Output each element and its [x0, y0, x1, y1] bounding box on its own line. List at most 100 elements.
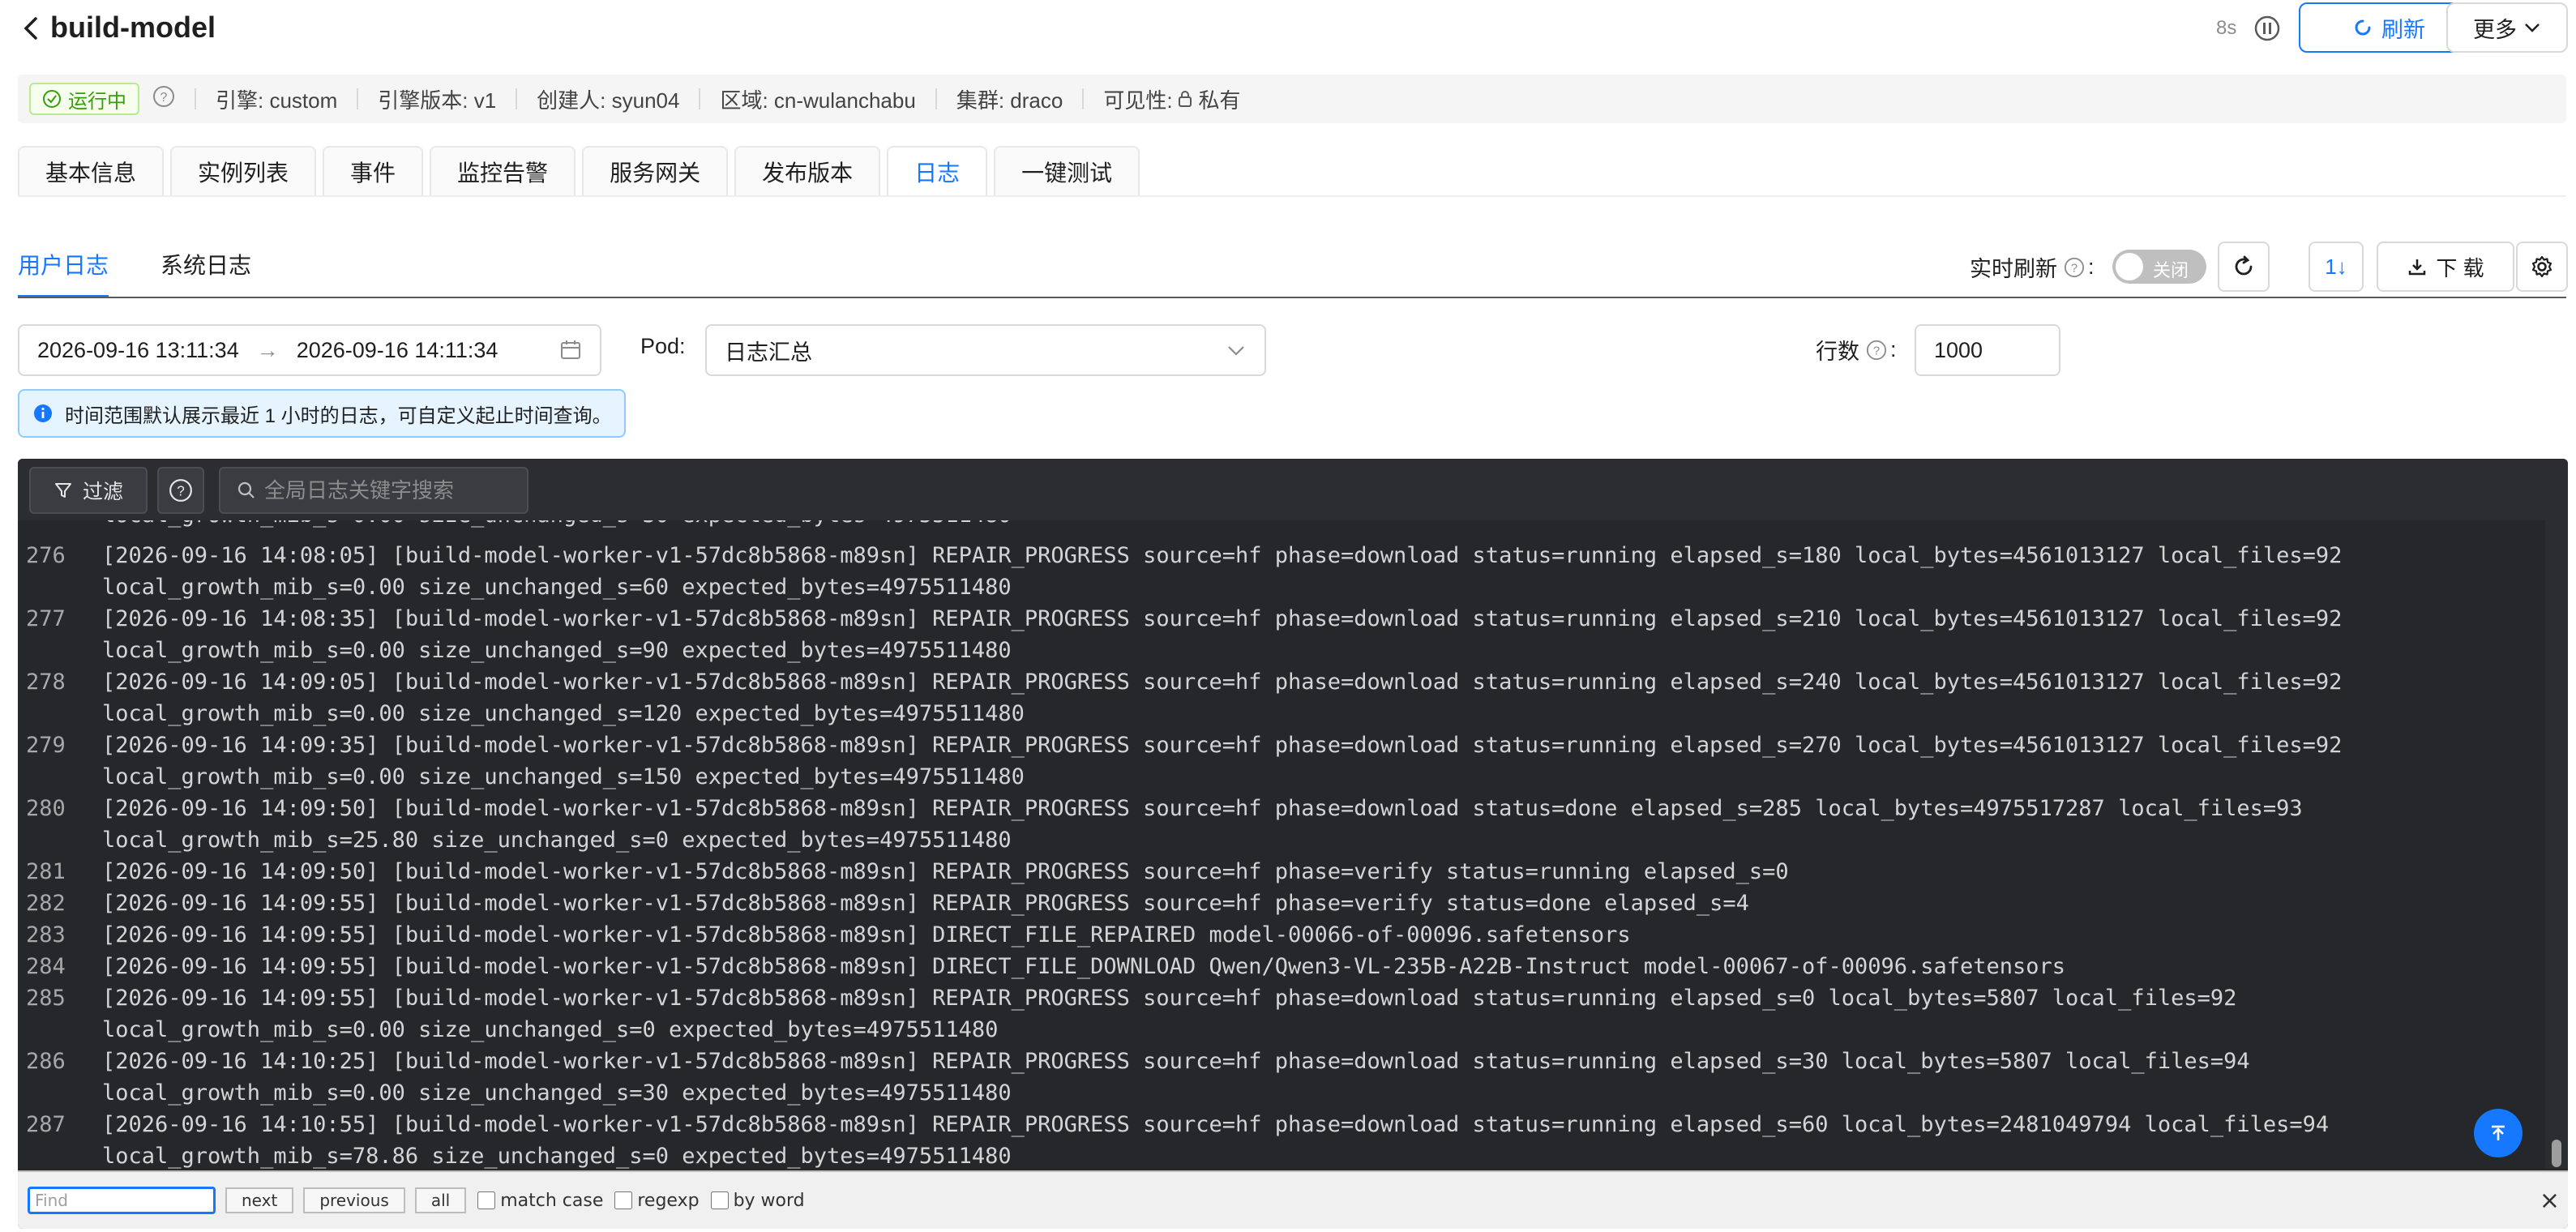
tabs-divider	[18, 195, 2566, 197]
start-time[interactable]: 2026-09-16 13:11:34	[37, 338, 239, 363]
gear-icon	[2531, 255, 2552, 278]
log-search-box[interactable]	[219, 467, 528, 514]
divider	[357, 88, 359, 109]
status-label: 运行中	[68, 90, 126, 113]
scrollbar-thumb[interactable]	[2552, 1140, 2561, 1167]
log-line: 283 [2026-09-16 14:09:55] [build-model-wo…	[18, 919, 2342, 951]
find-bar: next previous all match case regexp by w…	[18, 1170, 2568, 1229]
divider	[516, 88, 518, 109]
question-circle-icon[interactable]: ?	[2064, 257, 2085, 278]
find-next-button[interactable]: next	[225, 1187, 294, 1213]
tab-events[interactable]: 事件	[323, 146, 424, 196]
log-line: 276 [2026-09-16 14:08:05] [build-model-wo…	[18, 540, 2342, 603]
log-body[interactable]: local_growth_mib_s=0.00 size_unchanged_s…	[18, 520, 2545, 1169]
filter-icon	[54, 483, 71, 498]
line-text: [2026-09-16 14:09:55] [build-model-worke…	[102, 986, 2237, 1042]
refresh-timer: 8s	[2216, 17, 2237, 39]
log-search-input[interactable]	[264, 477, 524, 503]
tab-monitoring[interactable]: 监控告警	[430, 146, 576, 196]
match-case-label: match case	[500, 1190, 604, 1211]
line-number: 278	[26, 669, 66, 695]
line-text: [2026-09-16 14:09:55] [build-model-worke…	[102, 954, 2066, 979]
close-icon[interactable]: ×	[2540, 1187, 2560, 1215]
chevron-down-icon	[2525, 24, 2540, 32]
alert-text: 时间范围默认展示最近 1 小时的日志，可自定义起止时间查询。	[65, 404, 612, 427]
download-icon	[2409, 259, 2426, 276]
tab-basic-info[interactable]: 基本信息	[18, 146, 165, 196]
realtime-refresh-toggle[interactable]: 关闭	[2112, 250, 2206, 284]
find-previous-button[interactable]: previous	[303, 1187, 405, 1213]
help-button[interactable]: ?	[157, 467, 204, 514]
find-all-button[interactable]: all	[414, 1187, 467, 1213]
refresh-label: 刷新	[2381, 17, 2425, 42]
end-time[interactable]: 2026-09-16 14:11:34	[297, 338, 499, 363]
sort-button[interactable]: 1↓	[2309, 242, 2364, 292]
pod-select[interactable]: 日志汇总	[705, 324, 1266, 376]
find-input[interactable]	[28, 1187, 216, 1214]
log-line: 282 [2026-09-16 14:09:55] [build-model-wo…	[18, 888, 2342, 919]
more-label: 更多	[2473, 17, 2517, 42]
tab-quick-test[interactable]: 一键测试	[994, 146, 1140, 196]
line-number: 285	[26, 986, 66, 1011]
regexp-label: regexp	[637, 1190, 700, 1211]
line-number: 287	[26, 1112, 66, 1137]
rows-colon: :	[1890, 337, 1897, 361]
log-panel: 过滤 ? local_growth_mib_s=0.00 size_unchan…	[18, 459, 2568, 1229]
log-toolbar: 过滤 ?	[18, 459, 2568, 520]
subtab-user-logs[interactable]: 用户日志	[18, 242, 109, 298]
svg-text:?: ?	[1873, 344, 1880, 357]
check-circle-icon	[43, 90, 61, 108]
log-line: 277 [2026-09-16 14:08:35] [build-model-wo…	[18, 603, 2342, 666]
svg-text:?: ?	[160, 91, 168, 105]
match-case-checkbox[interactable]	[477, 1191, 496, 1209]
time-range-picker[interactable]: 2026-09-16 13:11:34 → 2026-09-16 14:11:3…	[18, 324, 601, 376]
rows-input[interactable]: 1000	[1915, 324, 2060, 376]
divider	[935, 88, 937, 109]
question-circle-icon[interactable]: ?	[1866, 340, 1887, 361]
rows-label: 行数 ? :	[1816, 334, 1897, 366]
creator-info: 创建人: syun04	[537, 88, 680, 113]
pause-icon[interactable]	[2253, 15, 2281, 42]
log-scrollbar[interactable]	[2545, 520, 2568, 1169]
log-line: 285 [2026-09-16 14:09:55] [build-model-wo…	[18, 982, 2342, 1046]
line-text: [2026-09-16 14:09:35] [build-model-worke…	[102, 733, 2343, 789]
more-button[interactable]: 更多	[2446, 2, 2568, 53]
regexp-option[interactable]: regexp	[614, 1190, 700, 1211]
subtab-system-logs[interactable]: 系统日志	[160, 242, 251, 298]
log-line: 278 [2026-09-16 14:09:05] [build-model-wo…	[18, 666, 2342, 729]
log-line: 286 [2026-09-16 14:10:25] [build-model-wo…	[18, 1046, 2342, 1109]
line-number: 280	[26, 796, 66, 821]
filter-label: 过滤	[82, 481, 123, 503]
line-number: 286	[26, 1049, 66, 1074]
rows-label-text: 行数	[1816, 340, 1859, 364]
download-button[interactable]: 下 载	[2377, 242, 2514, 292]
info-alert: 时间范围默认展示最近 1 小时的日志，可自定义起止时间查询。	[18, 389, 626, 438]
match-case-option[interactable]: match case	[477, 1191, 603, 1211]
scroll-to-top-button[interactable]	[2474, 1109, 2523, 1157]
visibility-value: 私有	[1198, 88, 1241, 113]
divider	[195, 88, 196, 109]
back-arrow-icon[interactable]	[19, 15, 44, 42]
tab-logs[interactable]: 日志	[887, 146, 988, 196]
tab-gateway[interactable]: 服务网关	[582, 146, 729, 196]
tab-instances[interactable]: 实例列表	[170, 146, 317, 196]
by-word-checkbox[interactable]	[710, 1191, 729, 1209]
main-tabs: 基本信息 实例列表 事件 监控告警 服务网关 发布版本 日志 一键测试	[18, 146, 1146, 196]
by-word-option[interactable]: by word	[710, 1191, 805, 1211]
range-arrow: →	[256, 337, 279, 362]
filter-button[interactable]: 过滤	[29, 467, 148, 514]
toggle-text: 关闭	[2153, 260, 2189, 280]
line-text: [2026-09-16 14:08:05] [build-model-worke…	[102, 543, 2343, 600]
settings-button[interactable]	[2516, 242, 2568, 292]
line-text: [2026-09-16 14:09:55] [build-model-worke…	[102, 891, 1749, 916]
tab-releases[interactable]: 发布版本	[734, 146, 881, 196]
regexp-checkbox[interactable]	[614, 1191, 633, 1209]
log-lines: 276 [2026-09-16 14:08:05] [build-model-wo…	[18, 540, 2342, 1169]
line-number: 281	[26, 859, 66, 884]
question-circle-icon[interactable]: ?	[152, 85, 175, 113]
line-text: [2026-09-16 14:10:25] [build-model-worke…	[102, 1049, 2250, 1106]
log-line: 281 [2026-09-16 14:09:50] [build-model-wo…	[18, 856, 2342, 888]
svg-text:?: ?	[2071, 262, 2077, 275]
realtime-colon: :	[2088, 255, 2095, 279]
reload-button[interactable]	[2218, 242, 2270, 292]
